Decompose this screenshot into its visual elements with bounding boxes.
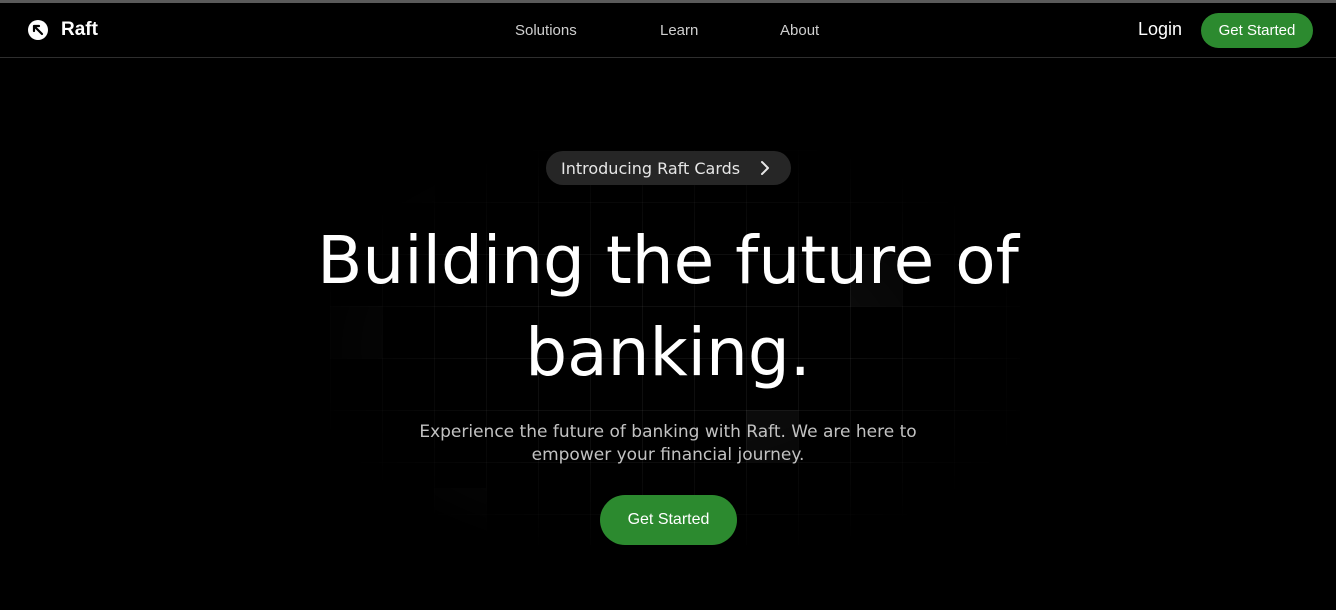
nav-link-about[interactable]: About bbox=[780, 22, 819, 39]
brand-name: Raft bbox=[61, 19, 98, 40]
announcement-pill[interactable]: Introducing Raft Cards bbox=[546, 151, 791, 185]
top-navigation: Raft Solutions Learn About Login Get Sta… bbox=[0, 3, 1336, 58]
nav-get-started-button[interactable]: Get Started bbox=[1201, 13, 1313, 48]
hero-get-started-button[interactable]: Get Started bbox=[600, 495, 737, 545]
grid-highlight-cell bbox=[382, 150, 434, 202]
grid-highlight-cell bbox=[434, 488, 486, 540]
login-link[interactable]: Login bbox=[1138, 19, 1182, 40]
headline-line-2: banking. bbox=[525, 314, 811, 391]
announcement-text: Introducing Raft Cards bbox=[561, 158, 741, 178]
headline-line-1: Building the future of bbox=[317, 222, 1019, 299]
hero-headline: Building the future of banking. bbox=[0, 215, 1336, 399]
raft-logo-icon bbox=[28, 20, 48, 40]
hero-subtext: Experience the future of banking with Ra… bbox=[419, 422, 917, 465]
chevron-right-icon bbox=[761, 161, 769, 175]
nav-link-solutions[interactable]: Solutions bbox=[515, 22, 577, 39]
brand-logo[interactable]: Raft bbox=[27, 19, 98, 41]
nav-link-learn[interactable]: Learn bbox=[660, 22, 698, 39]
